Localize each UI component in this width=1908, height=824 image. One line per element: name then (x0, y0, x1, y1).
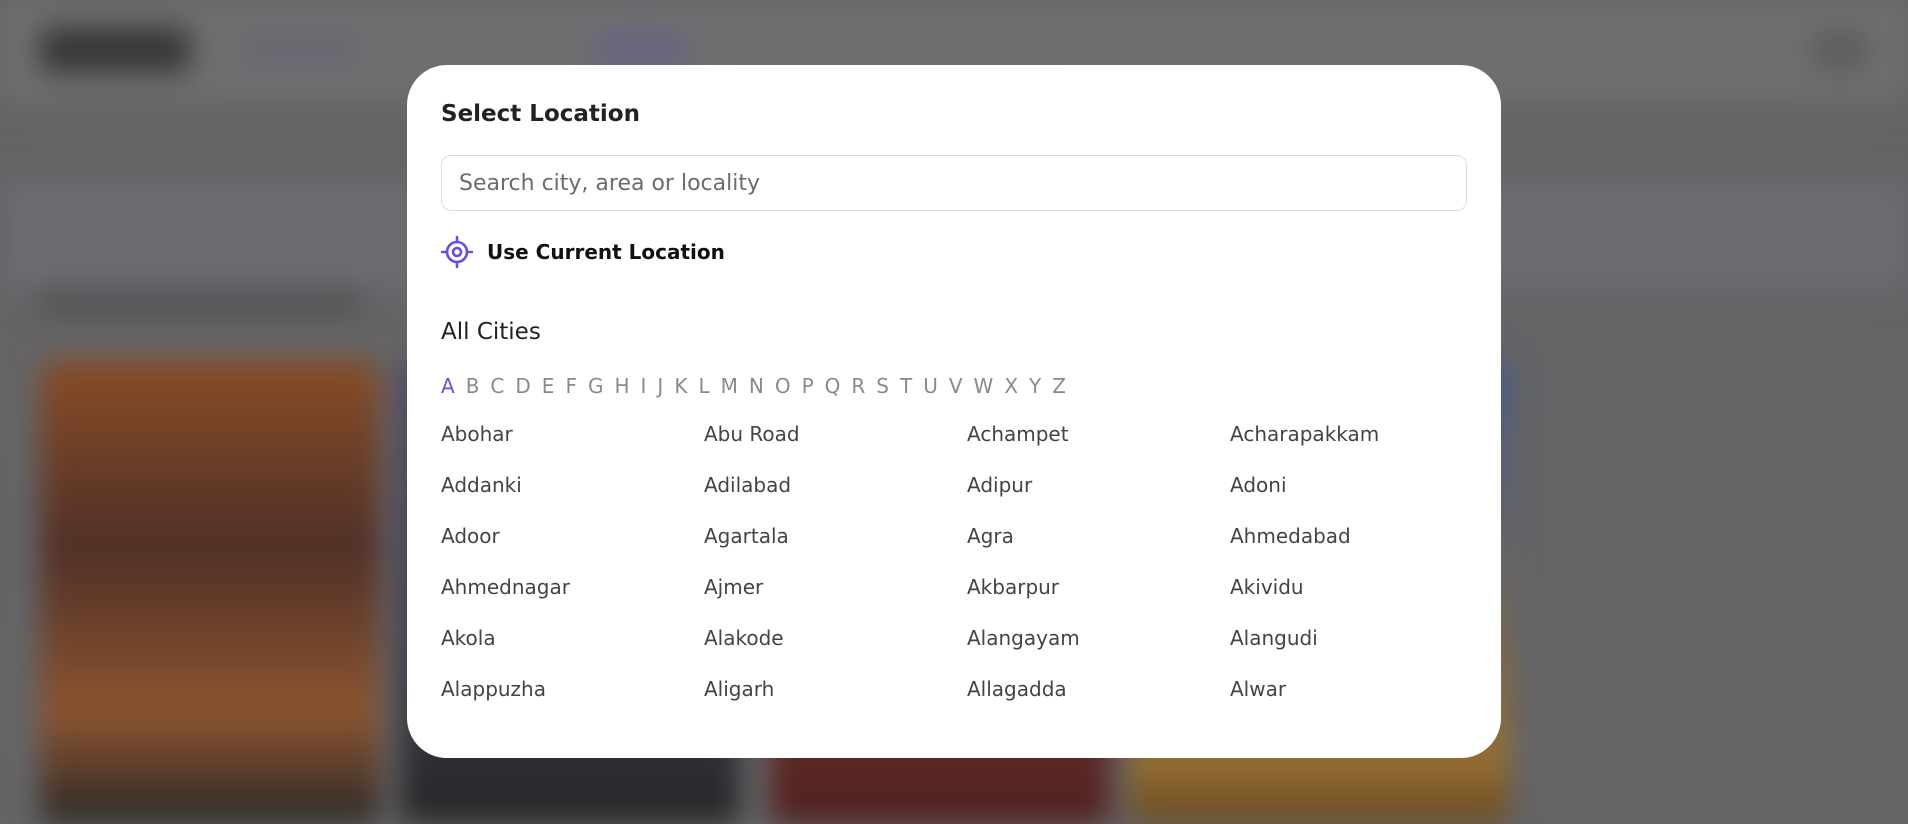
city-item[interactable]: Alwar (1230, 677, 1491, 728)
city-item[interactable]: Akola (441, 626, 704, 677)
city-item[interactable]: Alappuzha (441, 677, 704, 728)
letter-filter-n[interactable]: N (749, 374, 764, 398)
letter-filter-w[interactable]: W (974, 374, 994, 398)
letter-filter-d[interactable]: D (515, 374, 530, 398)
city-item[interactable]: Abohar (441, 422, 704, 473)
alphabet-filter: ABCDEFGHIJKLMNOPQRSTUVWXYZ (441, 374, 1077, 398)
city-item[interactable]: Aligarh (704, 677, 967, 728)
letter-filter-v[interactable]: V (949, 374, 963, 398)
city-item[interactable]: Alakode (704, 626, 967, 677)
city-item[interactable]: Adipur (967, 473, 1230, 524)
city-item[interactable]: Abu Road (704, 422, 967, 473)
letter-filter-z[interactable]: Z (1052, 374, 1066, 398)
letter-filter-r[interactable]: R (851, 374, 865, 398)
letter-filter-c[interactable]: C (490, 374, 504, 398)
city-item[interactable]: Ahmednagar (441, 575, 704, 626)
letter-filter-j[interactable]: J (657, 374, 663, 398)
target-icon (440, 235, 474, 269)
select-location-modal: Select Location Use Current Location All… (407, 65, 1501, 758)
letter-filter-s[interactable]: S (876, 374, 889, 398)
city-item[interactable]: Addanki (441, 473, 704, 524)
letter-filter-g[interactable]: G (588, 374, 604, 398)
letter-filter-i[interactable]: I (641, 374, 647, 398)
city-item[interactable]: Alangayam (967, 626, 1230, 677)
letter-filter-x[interactable]: X (1004, 374, 1018, 398)
city-item[interactable]: Ahmedabad (1230, 524, 1491, 575)
city-item[interactable]: Ajmer (704, 575, 967, 626)
letter-filter-u[interactable]: U (923, 374, 938, 398)
city-item[interactable]: Adilabad (704, 473, 967, 524)
letter-filter-b[interactable]: B (466, 374, 480, 398)
letter-filter-f[interactable]: F (565, 374, 577, 398)
use-current-location-button[interactable]: Use Current Location (440, 235, 725, 269)
city-item[interactable]: Allagadda (967, 677, 1230, 728)
modal-title: Select Location (441, 101, 640, 127)
city-item[interactable]: Agra (967, 524, 1230, 575)
location-search-input[interactable] (442, 156, 1466, 210)
letter-filter-t[interactable]: T (900, 374, 912, 398)
letter-filter-a[interactable]: A (441, 374, 455, 398)
city-item[interactable]: Akbarpur (967, 575, 1230, 626)
city-item[interactable]: Achampet (967, 422, 1230, 473)
letter-filter-p[interactable]: P (802, 374, 814, 398)
letter-filter-m[interactable]: M (721, 374, 738, 398)
city-item[interactable]: Akividu (1230, 575, 1491, 626)
letter-filter-k[interactable]: K (674, 374, 687, 398)
letter-filter-e[interactable]: E (542, 374, 555, 398)
use-current-location-label: Use Current Location (487, 240, 725, 264)
letter-filter-h[interactable]: H (614, 374, 629, 398)
city-item[interactable]: Adoni (1230, 473, 1491, 524)
city-item[interactable]: Adoor (441, 524, 704, 575)
all-cities-heading: All Cities (441, 319, 541, 345)
city-item[interactable]: Acharapakkam (1230, 422, 1491, 473)
city-list: Abohar Abu Road Achampet Acharapakkam Addank… (441, 422, 1491, 728)
letter-filter-o[interactable]: O (775, 374, 791, 398)
city-item[interactable]: Alangudi (1230, 626, 1491, 677)
city-item[interactable]: Agartala (704, 524, 967, 575)
letter-filter-y[interactable]: Y (1029, 374, 1041, 398)
search-box[interactable] (441, 155, 1467, 211)
letter-filter-q[interactable]: Q (825, 374, 841, 398)
letter-filter-l[interactable]: L (698, 374, 709, 398)
